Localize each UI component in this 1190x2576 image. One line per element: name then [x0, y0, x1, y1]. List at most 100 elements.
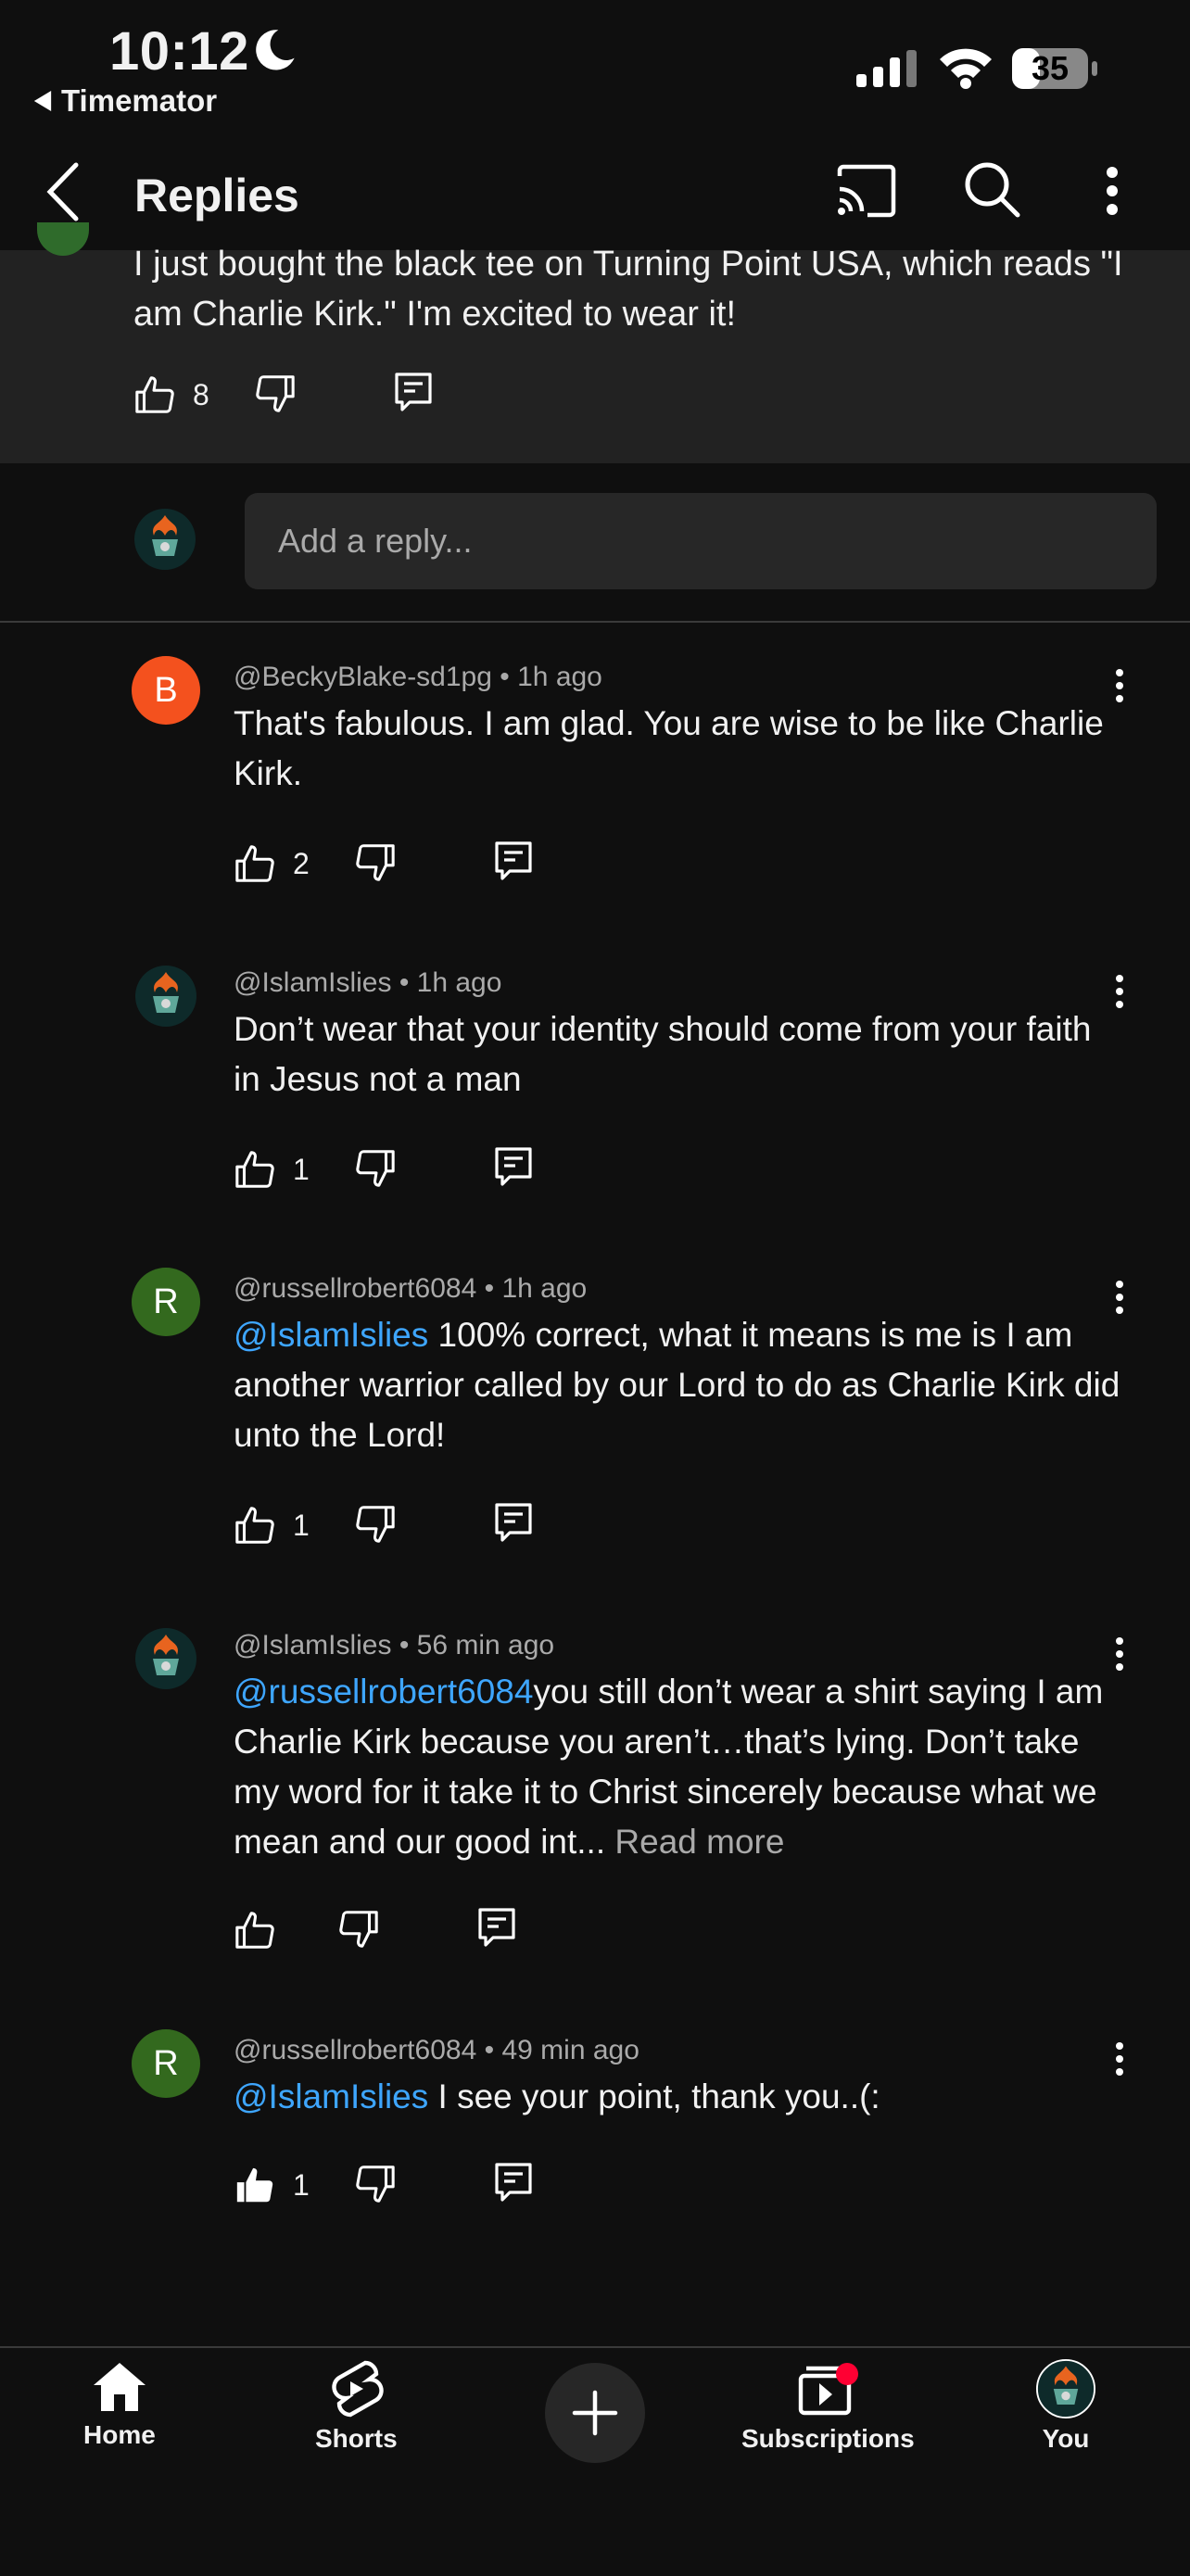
reply-meta: @IslamIslies • 56 min ago — [234, 1630, 555, 1661]
like-button[interactable] — [234, 1910, 293, 1952]
like-count: 1 — [293, 1153, 310, 1186]
reply-mention[interactable]: @russellrobert6084 — [234, 1673, 533, 1711]
thumbs-down-icon — [356, 1506, 395, 1543]
like-button[interactable]: 1 — [234, 1505, 310, 1547]
profile-avatar-icon — [1036, 2359, 1095, 2418]
reply-avatar[interactable] — [132, 1624, 200, 1693]
reply-mention[interactable]: @IslamIslies — [234, 2077, 428, 2115]
cast-icon[interactable] — [834, 163, 899, 223]
reply-button[interactable] — [493, 2161, 534, 2210]
dislike-button[interactable] — [354, 840, 397, 888]
home-icon — [93, 2363, 146, 2411]
avatar-letter: R — [153, 2043, 179, 2083]
reply-text-content: I see your point, thank you..(: — [428, 2077, 880, 2115]
reply-actions — [234, 1906, 517, 1955]
reply-text: @IslamIslies 100% correct, what it means… — [234, 1310, 1123, 1460]
reply-button[interactable] — [393, 371, 434, 420]
reply-button[interactable] — [476, 1906, 517, 1955]
avatar-letter: R — [153, 1282, 179, 1321]
reply-meta: @BeckyBlake-sd1pg • 1h ago — [234, 662, 602, 692]
reply-time: 56 min ago — [416, 1630, 555, 1661]
reply-meta: @russellrobert6084 • 49 min ago — [234, 2035, 639, 2065]
section-divider — [0, 621, 1190, 623]
battery-percent: 35 — [1031, 49, 1070, 87]
reply-handle[interactable]: @russellrobert6084 — [234, 1273, 476, 1304]
dislike-button[interactable] — [354, 1146, 397, 1193]
thumbs-down-icon — [339, 1911, 378, 1948]
reply-button[interactable] — [493, 1501, 534, 1550]
reply-comment-icon — [495, 1503, 532, 1542]
reply-time: 1h ago — [517, 662, 602, 692]
like-button[interactable]: 1 — [234, 1149, 310, 1192]
reply-meta: @russellrobert6084 • 1h ago — [234, 1273, 588, 1304]
reply-text: @IslamIslies I see your point, thank you… — [234, 2072, 1123, 2122]
read-more-link[interactable]: Read more — [614, 1823, 784, 1861]
reply-meta: @IslamIslies • 1h ago — [234, 967, 502, 998]
dislike-button[interactable] — [254, 372, 297, 419]
reply-actions: 1 — [234, 1501, 534, 1550]
cellular-signal-icon — [855, 48, 919, 94]
reply-avatar[interactable] — [132, 962, 200, 1030]
like-button[interactable]: 2 — [234, 843, 310, 886]
status-time: 10:12 — [109, 21, 249, 82]
dislike-button[interactable] — [337, 1907, 380, 1954]
like-count: 8 — [193, 378, 209, 411]
reply-button[interactable] — [493, 840, 534, 889]
thumbs-down-icon — [356, 1150, 395, 1187]
nav-shorts-label: Shorts — [315, 2424, 398, 2453]
nav-home[interactable]: Home — [83, 2359, 156, 2450]
reply-button[interactable] — [493, 1145, 534, 1194]
reply-time: 49 min ago — [501, 2035, 639, 2065]
reply-handle[interactable]: @russellrobert6084 — [234, 2035, 476, 2065]
thumbs-up-icon — [235, 1911, 274, 1949]
reply-text: Don’t wear that your identity should com… — [234, 1004, 1123, 1105]
reply-handle[interactable]: @IslamIslies — [234, 967, 391, 998]
reply-avatar[interactable]: R — [132, 2029, 200, 2098]
reply-comment-icon — [478, 1908, 515, 1947]
reply-actions: 1 — [234, 1145, 534, 1194]
search-icon[interactable] — [962, 159, 1023, 225]
reply-text-content: Don’t wear that your identity should com… — [234, 1010, 1092, 1098]
reply-avatar[interactable]: R — [132, 1268, 200, 1336]
nav-subscriptions[interactable]: Subscriptions — [741, 2359, 915, 2454]
thumbs-up-icon — [235, 844, 274, 882]
moon-icon — [250, 26, 298, 79]
nav-you[interactable]: You — [1036, 2359, 1095, 2454]
reply-mention[interactable]: @IslamIslies — [234, 1316, 428, 1354]
like-count: 1 — [293, 2168, 310, 2202]
nav-shorts[interactable]: Shorts — [315, 2359, 398, 2454]
thumbs-down-icon — [356, 844, 395, 881]
nav-you-label: You — [1042, 2424, 1090, 2453]
thumbs-up-icon — [235, 1506, 274, 1544]
back-arrow-icon[interactable] — [41, 159, 87, 229]
back-to-app-link[interactable]: Timemator — [33, 83, 217, 119]
reply-actions: 2 — [234, 840, 534, 889]
reply-time: 1h ago — [416, 967, 502, 998]
dislike-button[interactable] — [354, 1502, 397, 1549]
like-count: 2 — [293, 847, 310, 880]
parent-comment-text: I just bought the black tee on Turning P… — [133, 245, 1123, 334]
reply-handle[interactable]: @IslamIslies — [234, 1630, 391, 1661]
reply-time: 1h ago — [501, 1273, 588, 1304]
dislike-button[interactable] — [354, 2162, 397, 2209]
thumbs-up-filled-icon — [236, 2167, 273, 2202]
create-button[interactable] — [545, 2363, 645, 2463]
reply-comment-icon — [495, 841, 532, 880]
subscriptions-icon — [799, 2363, 859, 2416]
thumbs-down-icon — [356, 2166, 395, 2203]
reply-text: That's fabulous. I am glad. You are wise… — [234, 699, 1123, 799]
battery-indicator: 35 — [1010, 46, 1099, 95]
like-button[interactable]: 8 — [133, 374, 209, 417]
nav-subscriptions-label: Subscriptions — [741, 2424, 915, 2453]
wifi-icon — [936, 44, 995, 94]
add-reply-input[interactable] — [245, 493, 1157, 589]
reply-comment-icon — [495, 2163, 532, 2202]
reply-avatar[interactable]: B — [132, 656, 200, 725]
more-options-icon[interactable] — [1098, 163, 1126, 223]
nav-home-label: Home — [83, 2420, 156, 2449]
thumbs-up-icon — [235, 1150, 274, 1188]
parent-comment-actions: 8 — [133, 371, 434, 420]
reply-handle[interactable]: @BeckyBlake-sd1pg — [234, 662, 492, 692]
like-button-active[interactable]: 1 — [234, 2165, 310, 2207]
reply-text-content: That's fabulous. I am glad. You are wise… — [234, 704, 1104, 792]
